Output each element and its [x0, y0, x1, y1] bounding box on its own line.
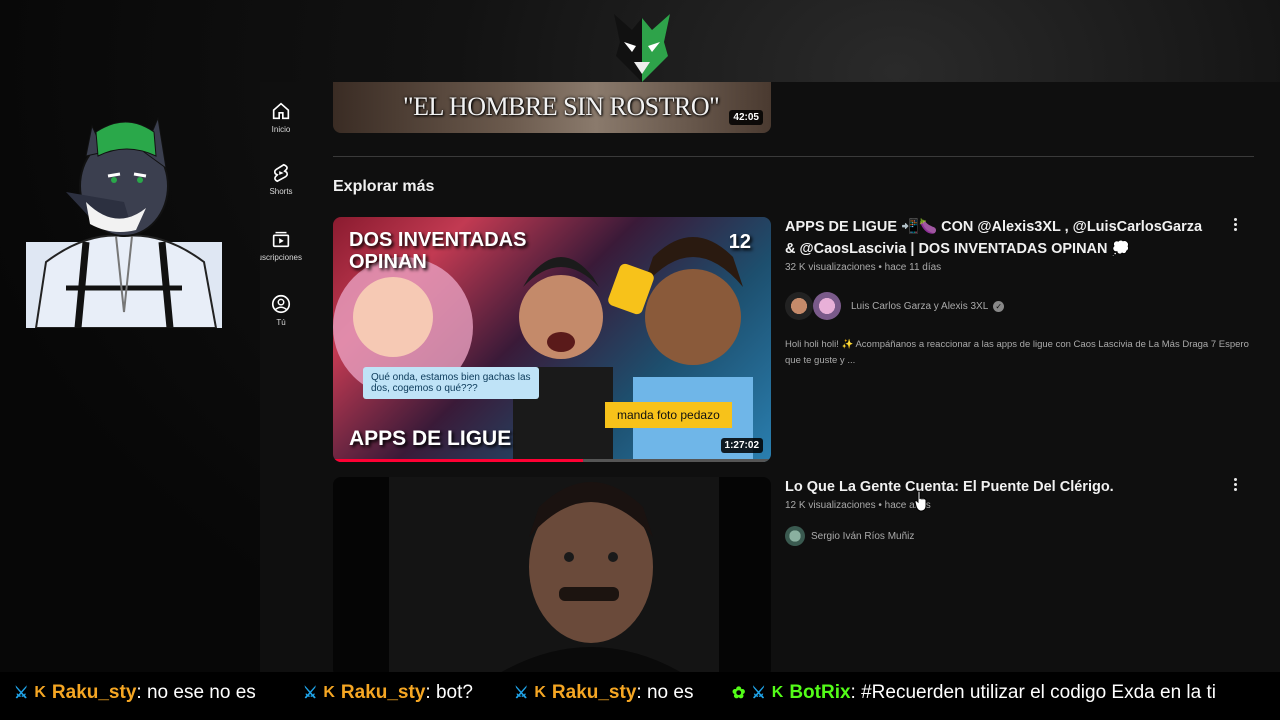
- thumbnail-title-text: "EL HOMBRE SIN ROSTRO": [403, 92, 720, 121]
- video-meta: Lo Que La Gente Cuenta: El Puente Del Cl…: [785, 476, 1215, 511]
- rail-label: Suscripciones: [260, 253, 302, 262]
- thumbnail-number: 12: [728, 231, 751, 253]
- chat-username: Raku_sty: [551, 682, 637, 703]
- rail-label: Tú: [276, 318, 286, 327]
- chat-text: : no ese no es: [136, 682, 256, 703]
- watch-progress-fill: [333, 459, 583, 462]
- channel-name: Sergio Iván Ríos Muñiz: [811, 530, 915, 542]
- youtube-window: Inicio Shorts Suscripciones Tú "EL HOMBR…: [260, 82, 1280, 672]
- avatar: [785, 292, 813, 320]
- video-thumbnail[interactable]: [333, 477, 771, 672]
- avatar: [785, 526, 805, 546]
- chat-message: ⚔ K Raku_sty : no es: [514, 682, 693, 704]
- video-stats: 12 K visualizaciones • hace años: [785, 500, 931, 511]
- duration-badge: 1:27:02: [720, 438, 763, 453]
- video-meta: APPS DE LIGUE 📲🍆 CON @Alexis3XL , @LuisC…: [785, 216, 1215, 273]
- video-stats: 32 K visualizaciones • hace 11 días: [785, 262, 942, 273]
- video-thumbnail-top[interactable]: "EL HOMBRE SIN ROSTRO" 42:05: [333, 82, 771, 133]
- chat-message: ⚔ K Raku_sty : no ese no es: [14, 682, 256, 704]
- chat-message: ✿ ⚔ K BotRix : #Recuerden utilizar el co…: [732, 682, 1216, 704]
- channel-name: Luis Carlos Garza y Alexis 3XL: [851, 300, 989, 312]
- thumbnail-art: [389, 477, 719, 672]
- sword-badge-icon: ⚔: [14, 685, 29, 702]
- chat-username: Raku_sty: [340, 682, 426, 703]
- more-options-button[interactable]: [1230, 476, 1240, 494]
- rail-item-you[interactable]: Tú: [260, 293, 302, 327]
- chat-username: Raku_sty: [51, 682, 137, 703]
- section-title: Explorar más: [333, 178, 435, 195]
- video-thumbnail[interactable]: DOS INVENTADAS OPINAN 12 Qué onda, estam…: [333, 217, 771, 462]
- video-title[interactable]: Lo Que La Gente Cuenta: El Puente Del Cl…: [785, 476, 1215, 498]
- kick-badge-icon: K: [771, 684, 784, 701]
- rail-label: Shorts: [269, 187, 293, 196]
- verified-badge-icon: ✿: [732, 685, 746, 702]
- shorts-icon: [273, 163, 289, 183]
- chat-message: ⚔ K Raku_sty : bot?: [303, 682, 473, 704]
- video-description: Holi holi holi! ✨ Acompáñanos a reaccion…: [785, 339, 1249, 366]
- rail-item-shorts[interactable]: Shorts: [260, 162, 302, 196]
- more-options-button[interactable]: [1230, 216, 1240, 234]
- thumbnail-tag: manda foto pedazo: [605, 402, 732, 428]
- vtuber-avatar: [26, 116, 222, 328]
- section-divider: [333, 156, 1254, 157]
- verified-icon: ✓: [993, 300, 1005, 312]
- rail-item-home[interactable]: Inicio: [260, 100, 302, 134]
- avatar: [813, 292, 841, 320]
- thumbnail-headline: DOS INVENTADAS OPINAN: [349, 229, 527, 273]
- sword-badge-icon: ⚔: [751, 685, 766, 702]
- sword-badge-icon: ⚔: [514, 685, 529, 702]
- watch-progress-track: [333, 459, 771, 462]
- rail-item-subscriptions[interactable]: Suscripciones: [260, 228, 302, 262]
- kick-badge-icon: K: [34, 684, 46, 701]
- subscriptions-icon: [272, 231, 290, 248]
- wolf-logo-icon: [614, 14, 670, 82]
- kick-badge-icon: K: [323, 684, 335, 701]
- you-icon: [271, 294, 291, 314]
- guide-rail: Inicio Shorts Suscripciones Tú: [260, 82, 302, 672]
- channel-row[interactable]: Luis Carlos Garza y Alexis 3XL ✓: [785, 292, 1005, 320]
- home-icon: [272, 102, 290, 120]
- thumbnail-footer-text: APPS DE LIGUE: [349, 427, 512, 450]
- sword-badge-icon: ⚔: [303, 685, 318, 702]
- duration-badge: 42:05: [729, 110, 763, 125]
- video-title[interactable]: APPS DE LIGUE 📲🍆 CON @Alexis3XL , @LuisC…: [785, 216, 1215, 260]
- channel-row[interactable]: Sergio Iván Ríos Muñiz: [785, 526, 914, 546]
- chat-text: : #Recuerden utilizar el codigo Exda en …: [850, 682, 1216, 703]
- chat-text: : bot?: [425, 682, 473, 703]
- rail-label: Inicio: [271, 125, 291, 134]
- kick-badge-icon: K: [534, 684, 546, 701]
- thumbnail-chat-bubble: Qué onda, estamos bien gachas las dos, c…: [363, 367, 539, 399]
- chat-text: : no es: [636, 682, 694, 703]
- chat-ticker: ⚔ K Raku_sty : no ese no es ⚔ K Raku_sty…: [0, 672, 1280, 720]
- chat-username: BotRix: [789, 682, 851, 703]
- cursor-hand-icon: [914, 490, 927, 512]
